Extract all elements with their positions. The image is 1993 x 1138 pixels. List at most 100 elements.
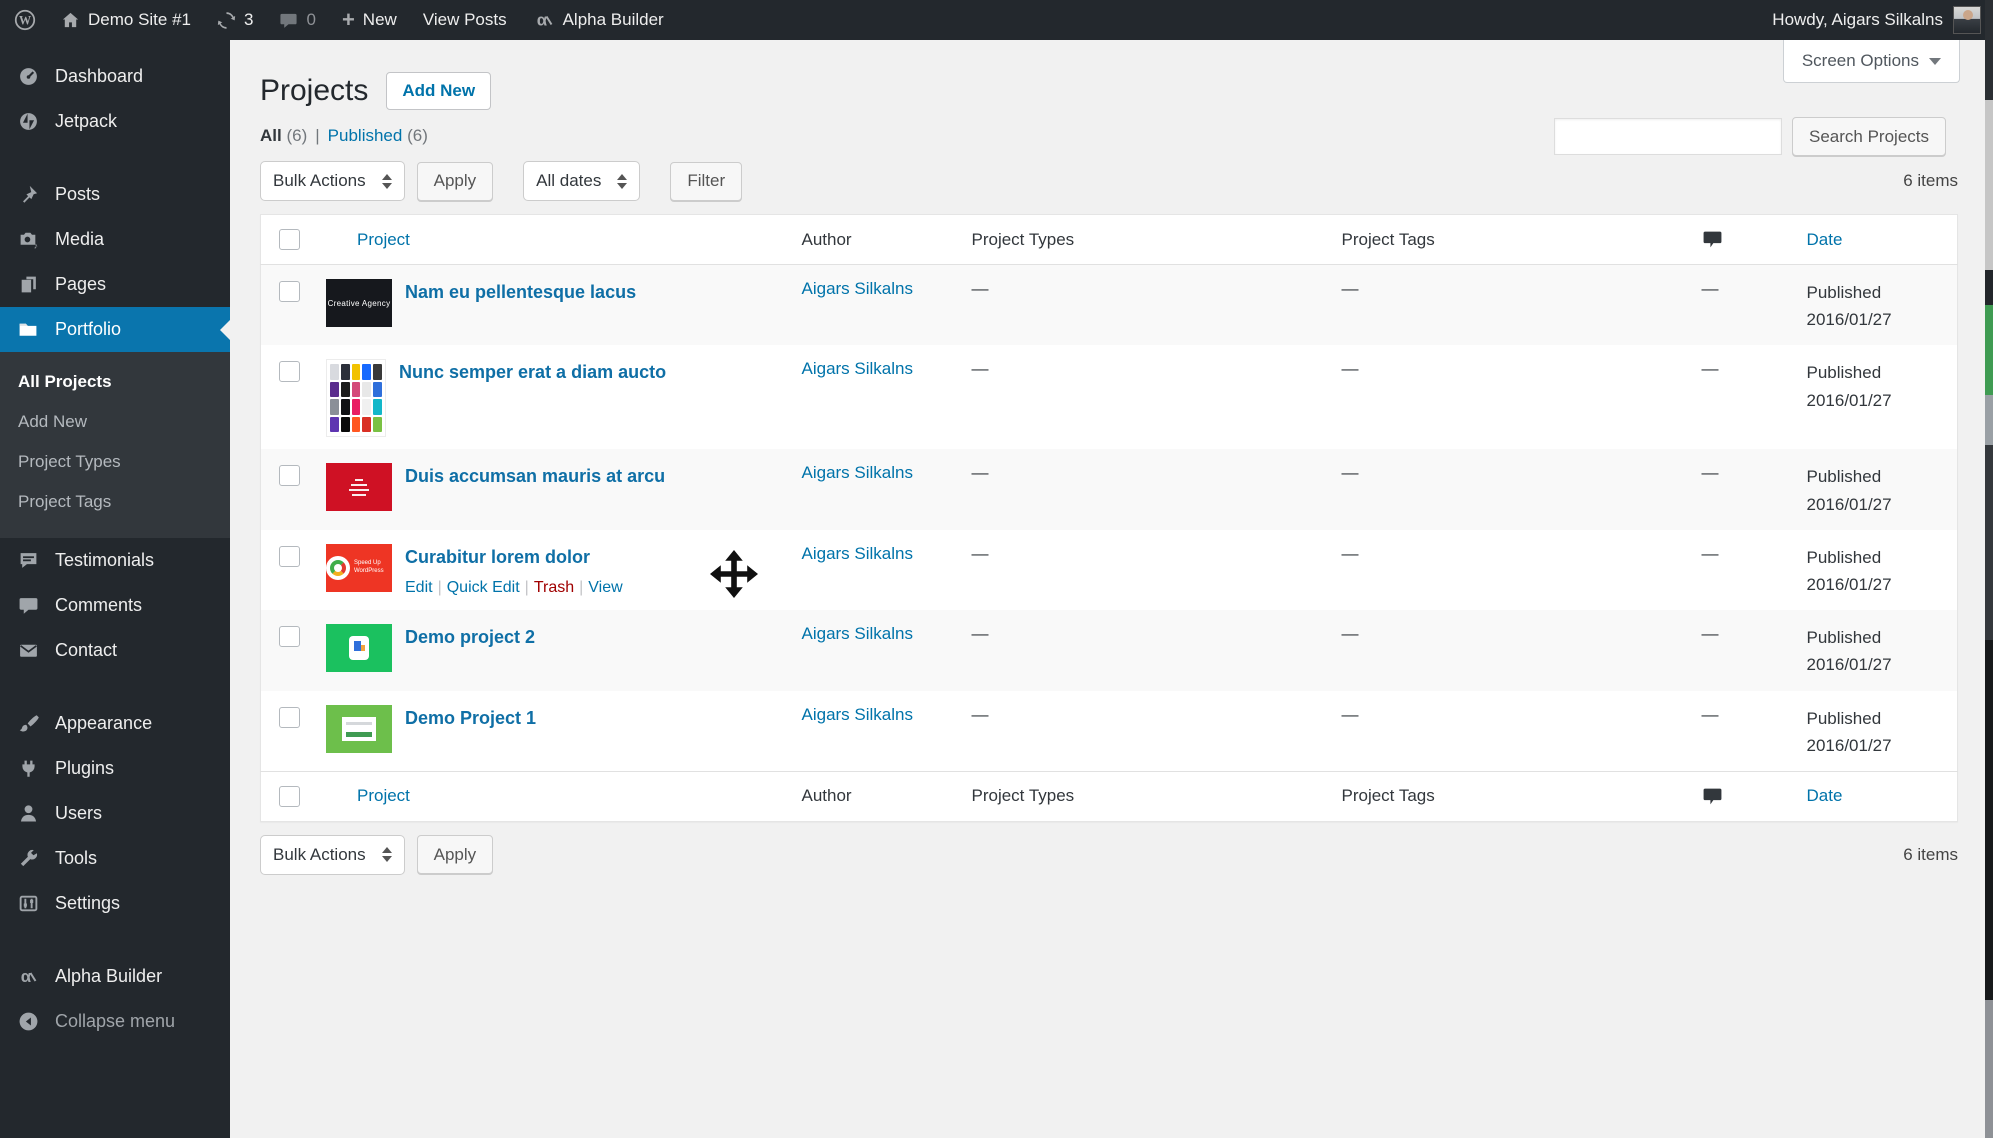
sidebar-item-label: Dashboard	[55, 66, 144, 86]
filter-button[interactable]: Filter	[670, 161, 743, 201]
items-count: 6 items	[1903, 844, 1958, 864]
sidebar-item-comments[interactable]: Comments	[0, 583, 230, 628]
svg-text:α: α	[21, 967, 32, 986]
view-published-link[interactable]: Published (6)	[328, 126, 428, 146]
sidebar-item-portfolio[interactable]: Portfolio	[0, 307, 230, 352]
bulk-actions-select[interactable]: Bulk Actions	[260, 161, 405, 201]
view-posts-link[interactable]: View Posts	[410, 0, 520, 40]
add-new-button[interactable]: Add New	[386, 72, 492, 110]
view-link[interactable]: View	[588, 579, 622, 596]
collapse-arrow-icon	[14, 1011, 42, 1032]
comment-bubble-icon	[279, 11, 298, 30]
row-checkbox[interactable]	[279, 361, 300, 383]
sort-date-header[interactable]: Date	[1807, 230, 1843, 249]
project-title-link[interactable]: Nunc semper erat a diam aucto	[399, 362, 666, 383]
new-menu[interactable]: + New	[329, 0, 410, 40]
date-value: Published 2016/01/27	[1806, 467, 1892, 514]
sidebar-item-tools[interactable]: Tools	[0, 836, 230, 881]
action-separator: |	[524, 578, 529, 596]
sort-project-header[interactable]: Project	[357, 230, 410, 249]
row-checkbox[interactable]	[279, 545, 300, 567]
sidebar-item-jetpack[interactable]: Jetpack	[0, 99, 230, 144]
project-title-link[interactable]: Duis accumsan mauris at arcu	[405, 466, 665, 487]
search-projects-button[interactable]: Search Projects	[1792, 117, 1946, 156]
site-menu[interactable]: Demo Site #1	[48, 0, 204, 40]
sidebar-subitem-add-new[interactable]: Add New	[0, 402, 230, 442]
project-tags-value: —	[1341, 463, 1359, 483]
screen-edge-scrollbar[interactable]	[1985, 0, 1993, 1138]
project-thumbnail: Creative Agency	[326, 279, 392, 327]
author-link[interactable]: Aigars Silkalns	[802, 624, 914, 643]
project-tags-header: Project Tags	[1329, 214, 1690, 265]
sidebar-item-plugins[interactable]: Plugins	[0, 746, 230, 791]
move-cursor-icon	[710, 550, 758, 598]
sidebar-item-users[interactable]: Users	[0, 791, 230, 836]
sort-date-header[interactable]: Date	[1807, 786, 1843, 805]
user-avatar[interactable]	[1953, 6, 1981, 34]
project-tags-value: —	[1341, 704, 1359, 724]
edit-link[interactable]: Edit	[405, 579, 433, 596]
row-checkbox[interactable]	[279, 465, 300, 487]
select-all-checkbox[interactable]	[279, 229, 300, 250]
author-link[interactable]: Aigars Silkalns	[802, 279, 914, 298]
row-checkbox[interactable]	[279, 706, 300, 728]
howdy-text[interactable]: Howdy, Aigars Silkalns	[1772, 10, 1943, 30]
sidebar-item-dashboard[interactable]: Dashboard	[0, 54, 230, 99]
view-all-link[interactable]: All (6)	[260, 126, 307, 146]
quick-edit-link[interactable]: Quick Edit	[447, 579, 520, 596]
select-all-checkbox[interactable]	[279, 785, 300, 807]
sort-project-header[interactable]: Project	[357, 786, 410, 805]
apply-button-bottom[interactable]: Apply	[416, 835, 494, 875]
comments-count: 0	[306, 10, 316, 29]
project-title-link[interactable]: Demo project 2	[405, 627, 535, 648]
sidebar-item-alpha-builder[interactable]: α Alpha Builder	[0, 954, 230, 999]
sidebar-item-testimonials[interactable]: Testimonials	[0, 538, 230, 583]
alpha-builder-menu[interactable]: α Alpha Builder	[520, 0, 677, 40]
comment-bubble-icon	[14, 595, 42, 616]
bulk-actions-select-bottom[interactable]: Bulk Actions	[260, 834, 405, 875]
author-link[interactable]: Aigars Silkalns	[802, 359, 914, 378]
comments-header	[1689, 214, 1795, 265]
sidebar-item-pages[interactable]: Pages	[0, 262, 230, 307]
project-title-link[interactable]: Demo Project 1	[405, 708, 536, 729]
sidebar-item-appearance[interactable]: Appearance	[0, 701, 230, 746]
sidebar-subitem-project-tags[interactable]: Project Tags	[0, 482, 230, 522]
sidebar-item-posts[interactable]: Posts	[0, 172, 230, 217]
author-link[interactable]: Aigars Silkalns	[802, 463, 914, 482]
chevron-down-icon	[1929, 57, 1941, 65]
project-thumbnail	[326, 624, 392, 673]
project-tags-value: —	[1341, 279, 1359, 298]
all-dates-select[interactable]: All dates	[523, 161, 641, 201]
date-value: Published 2016/01/27	[1806, 283, 1892, 330]
sidebar-item-media[interactable]: ♪ Media	[0, 217, 230, 262]
sidebar-item-settings[interactable]: Settings	[0, 881, 230, 926]
trash-link[interactable]: Trash	[534, 579, 574, 596]
sidebar-subitem-project-types[interactable]: Project Types	[0, 442, 230, 482]
date-value: Published 2016/01/27	[1806, 363, 1892, 410]
screen-options-tab[interactable]: Screen Options	[1782, 40, 1960, 83]
comments-value: —	[1701, 624, 1719, 644]
sidebar-item-collapse-menu[interactable]: Collapse menu	[0, 999, 230, 1044]
svg-text:♪: ♪	[33, 240, 37, 250]
project-thumbnail	[326, 359, 386, 438]
author-link[interactable]: Aigars Silkalns	[802, 544, 914, 563]
table-footer-row: Project Author Project Types Project Tag…	[260, 770, 1958, 822]
search-input[interactable]	[1554, 118, 1782, 155]
project-title-link[interactable]: Nam eu pellentesque lacus	[405, 282, 636, 303]
sidebar-item-contact[interactable]: Contact	[0, 628, 230, 673]
comments-menu[interactable]: 0	[266, 0, 328, 40]
row-checkbox[interactable]	[279, 626, 300, 648]
select-arrows-icon	[381, 847, 392, 863]
updates-menu[interactable]: 3	[204, 0, 266, 40]
project-types-value: —	[971, 704, 989, 724]
table-row: Duis accumsan mauris at arcu Aigars Silka…	[260, 449, 1958, 530]
new-label: New	[362, 10, 397, 29]
sidebar-subitem-all-projects[interactable]: All Projects	[0, 362, 230, 402]
author-link[interactable]: Aigars Silkalns	[802, 705, 914, 724]
project-thumbnail: Speed Up WordPress	[326, 543, 392, 592]
row-checkbox[interactable]	[279, 281, 300, 302]
project-title-link[interactable]: Curabitur lorem dolor	[405, 547, 590, 568]
plus-icon: +	[341, 7, 355, 32]
wordpress-logo-icon[interactable]: W	[0, 0, 48, 40]
apply-button[interactable]: Apply	[416, 161, 494, 201]
